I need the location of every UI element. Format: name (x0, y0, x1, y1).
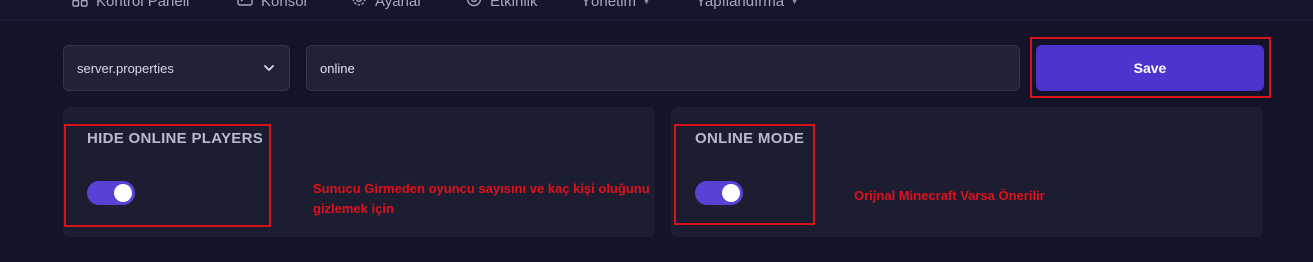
nav-item-konsol[interactable]: Konsol (237, 0, 307, 11)
page: Kontrol Paneli Konsol Ayarlar Etkinlik Y… (0, 0, 1313, 262)
annotation-box-hide-online-players (64, 124, 271, 227)
nav-label: Yapılandırma (696, 0, 785, 10)
chevron-down-icon: ▼ (642, 0, 651, 6)
annotation-line: gizlemek için (313, 201, 394, 216)
chevron-down-icon: ▼ (790, 0, 800, 6)
annotation-note-hide-players: Sunucu Girmeden oyuncu sayısını ve kaç k… (313, 179, 650, 219)
nav-label: Etkinlik (490, 0, 538, 10)
file-select[interactable]: server.properties (63, 45, 290, 91)
grid-icon (72, 0, 88, 11)
annotation-line: Sunucu Girmeden oyuncu sayısını ve kaç k… (313, 181, 650, 196)
nav-item-yonetim[interactable]: Yönetim ▼ (581, 0, 651, 11)
gear-icon (351, 0, 367, 11)
nav-label: Yönetim (581, 0, 637, 10)
chevron-down-icon (263, 62, 275, 74)
file-select-value: server.properties (77, 60, 174, 76)
nav-item-ayarlar[interactable]: Ayarlar (351, 0, 422, 11)
terminal-icon (237, 0, 253, 11)
search-input[interactable] (306, 45, 1020, 91)
nav-item-kontrol-paneli[interactable]: Kontrol Paneli (72, 0, 189, 11)
nav-item-yapilandirma[interactable]: Yapılandırma ▼ (696, 0, 799, 11)
nav-item-etkinlik[interactable]: Etkinlik (466, 0, 538, 11)
nav-label: Ayarlar (375, 0, 423, 10)
eye-icon (466, 0, 482, 11)
annotation-note-online-mode: Orijnal Minecraft Varsa Önerilir (854, 188, 1045, 203)
annotation-box-save (1030, 37, 1271, 98)
top-nav: Kontrol Paneli Konsol Ayarlar Etkinlik Y… (0, 0, 1313, 21)
nav-label: Kontrol Paneli (96, 0, 190, 10)
nav-label: Konsol (261, 0, 307, 10)
annotation-box-online-mode (674, 124, 815, 225)
